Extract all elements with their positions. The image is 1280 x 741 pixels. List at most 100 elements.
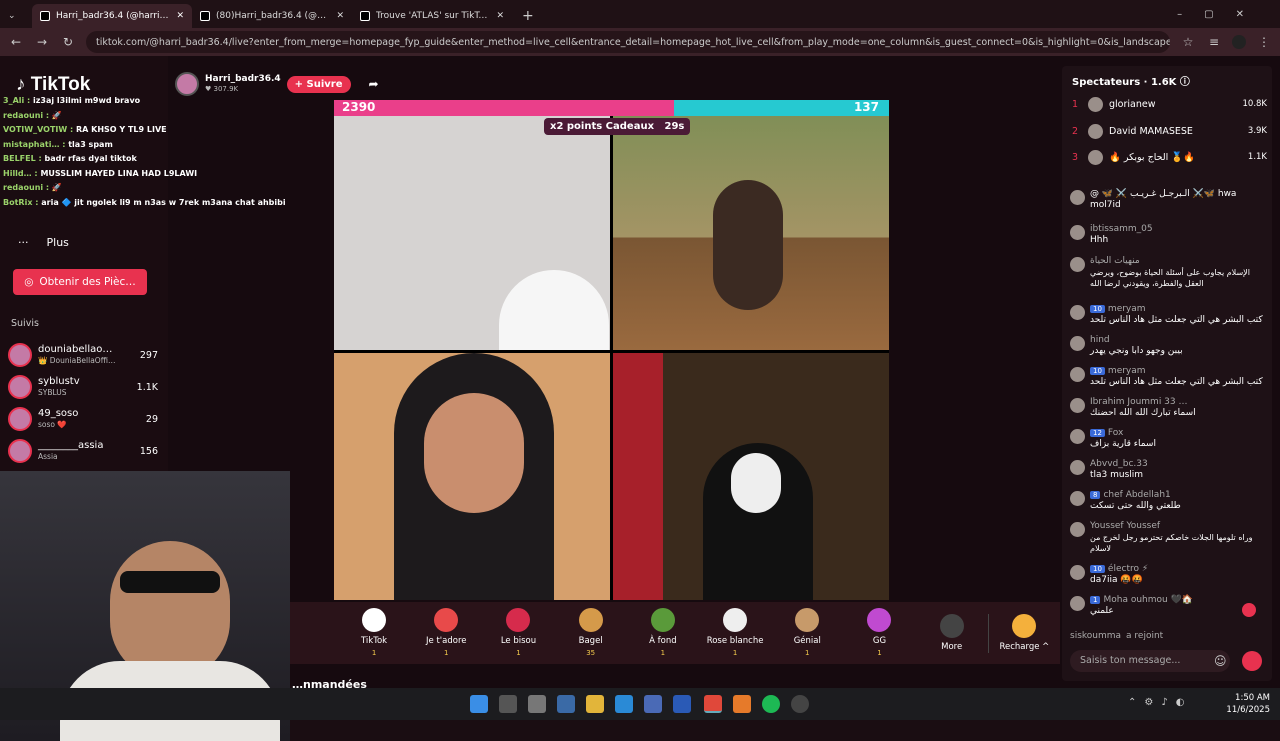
comment-user[interactable]: Fox <box>1108 428 1123 438</box>
comment-user[interactable]: chef Abdellah1 <box>1103 490 1170 500</box>
gift-item[interactable]: GG 1 <box>843 607 915 659</box>
follow-button[interactable]: + Suivre <box>286 75 351 93</box>
avatar[interactable] <box>175 72 199 96</box>
comment-text: كتب البشر هي التي جعلت مثل هاد الناس تلح… <box>1090 377 1263 387</box>
comment-user[interactable]: hind <box>1090 335 1183 346</box>
address-bar-row: ← → ↻ tiktok.com/@harri_badr36.4/live?en… <box>0 28 1280 56</box>
folder-icon[interactable] <box>586 695 604 713</box>
comment-user[interactable]: Ibrahim Joummi 33 … <box>1090 397 1196 408</box>
tray-icons[interactable]: ⌃⚙♪◐ <box>1128 697 1192 708</box>
obs-icon[interactable] <box>791 695 809 713</box>
spotify-icon[interactable] <box>762 695 780 713</box>
more-label: Plus <box>46 236 69 249</box>
avatar[interactable] <box>1232 35 1246 49</box>
avatar[interactable] <box>1070 367 1085 382</box>
tiktok-logo[interactable]: ♪ TikTok <box>16 74 90 96</box>
viewer-count: 29 <box>145 413 158 425</box>
live-video[interactable]: 2390 137 x2 points Cadeaux 29s <box>334 100 889 600</box>
tab-0[interactable]: Harri_badr36.4 (@harri_bad… ✕ <box>32 4 192 28</box>
gift-item[interactable]: Bagel 35 <box>555 607 627 659</box>
face <box>110 541 230 681</box>
followed-item[interactable]: douniabellao… 👑 DouniaBellaOffi… 297 <box>8 340 158 370</box>
gift-item[interactable]: Génial 1 <box>771 607 843 659</box>
tab-search-icon[interactable]: ⌄ <box>8 11 24 21</box>
comment-user[interactable]: ibtissamm_05 <box>1090 224 1153 235</box>
top-viewer[interactable]: 1 glorianew 10.8K <box>1072 96 1267 112</box>
avatar[interactable] <box>1070 190 1085 205</box>
forward-icon[interactable]: → <box>34 35 50 49</box>
search-icon[interactable] <box>499 695 517 713</box>
followed-item[interactable]: syblustv SYBLUS 1.1K <box>8 372 158 402</box>
gift-item[interactable]: TikTok 1 <box>338 607 410 659</box>
tab-2[interactable]: Trouve 'ATLAS' sur TikTok | Rec… ✕ <box>352 4 512 28</box>
emoji-icon[interactable]: ☺ <box>1214 654 1227 668</box>
avatar[interactable] <box>1070 398 1085 413</box>
more-gifts-button[interactable]: More <box>916 613 988 653</box>
close-icon[interactable]: ✕ <box>496 11 504 21</box>
edge-icon[interactable] <box>615 695 633 713</box>
tab-1[interactable]: (80)Harri_badr36.4 (@harri_bad… ✕ <box>192 4 352 28</box>
message-input[interactable]: Saisis ton message... <box>1070 650 1230 672</box>
reload-icon[interactable]: ↻ <box>60 35 76 49</box>
followed-item[interactable]: 49_soso soso ❤️ 29 <box>8 404 158 434</box>
comment-user[interactable]: منهيات الحياة <box>1090 256 1265 267</box>
vlc-icon[interactable] <box>733 695 751 713</box>
task-view-icon[interactable] <box>528 695 546 713</box>
heart-icon <box>1242 603 1256 617</box>
avatar[interactable] <box>1070 305 1085 320</box>
avatar[interactable] <box>1070 429 1085 444</box>
comment-text: a rejoint <box>1126 631 1164 641</box>
settings-icon[interactable] <box>557 695 575 713</box>
comment-user[interactable]: Abvvd_bc.33 <box>1090 459 1148 470</box>
new-tab-button[interactable]: + <box>522 8 534 24</box>
comment-user[interactable]: siskoumma <box>1070 631 1121 642</box>
avatar[interactable] <box>1070 596 1085 611</box>
bookmark-star-icon[interactable]: ☆ <box>1180 35 1196 49</box>
comment-user[interactable]: Youssef Youssef <box>1090 521 1265 532</box>
close-icon[interactable]: ✕ <box>336 11 344 21</box>
store-icon[interactable] <box>644 695 662 713</box>
followed-sub: soso ❤️ <box>38 420 67 429</box>
comment-user[interactable]: meryam <box>1108 366 1146 376</box>
gift-item[interactable]: À fond 1 <box>627 607 699 659</box>
window-controls[interactable]: –▢✕ <box>1177 9 1266 20</box>
gift-item[interactable]: Je t'adore 1 <box>410 607 482 659</box>
avatar[interactable] <box>1070 257 1085 272</box>
avatar[interactable] <box>1070 225 1085 240</box>
url-field[interactable]: tiktok.com/@harri_badr36.4/live?enter_fr… <box>86 31 1170 53</box>
outlook-icon[interactable] <box>673 695 691 713</box>
avatar[interactable] <box>1070 336 1085 351</box>
comment-user[interactable]: électro ⚡ <box>1108 564 1148 574</box>
avatar[interactable] <box>1070 460 1085 475</box>
like-button[interactable] <box>1242 651 1262 671</box>
extensions-icon[interactable]: ≡ <box>1206 35 1222 49</box>
back-icon[interactable]: ← <box>8 35 24 49</box>
share-icon[interactable]: ➦ <box>369 77 379 91</box>
comment-user[interactable]: Moha ouhmou 🖤🏠 <box>1103 595 1193 605</box>
menu-icon[interactable]: ⋮ <box>1256 35 1272 49</box>
top-viewer[interactable]: 3 🔥 الحاج بوبكر 🏅🔥 1.1K <box>1072 149 1267 165</box>
clock[interactable]: 1:50 AM 11/6/2025 <box>1226 692 1270 716</box>
followed-item[interactable]: ________assia Assia 156 <box>8 436 158 466</box>
comment-user[interactable]: @ 🦋 ⚔️ الـبرجـل غـريـب ⚔️🦋 hwa <box>1090 189 1236 200</box>
top-viewer[interactable]: 2 David MAMASESE 3.9K <box>1072 123 1267 139</box>
avatar[interactable] <box>1070 565 1085 580</box>
start-icon[interactable] <box>470 695 488 713</box>
avatar[interactable] <box>1070 522 1085 537</box>
comment-user[interactable]: meryam <box>1108 304 1146 314</box>
spectators-count: 1.6K <box>1150 77 1177 88</box>
avatar[interactable] <box>1070 491 1085 506</box>
close-icon[interactable]: ✕ <box>176 11 184 21</box>
more-menu[interactable]: ··· Plus <box>18 236 69 249</box>
comment-text: da7iia 🤬🤬 <box>1090 575 1143 585</box>
recharge-button[interactable]: Recharge ^ <box>987 613 1060 653</box>
comment-text: علمني <box>1090 606 1114 616</box>
comment-text: Hhh <box>1090 235 1109 245</box>
chrome-icon[interactable] <box>704 695 722 713</box>
gift-item[interactable]: Rose blanche 1 <box>699 607 771 659</box>
chat-user: Hilld… : <box>3 168 38 178</box>
comment: 10 meryam كتب البشر هي التي جعلت مثل هاد ا… <box>1070 304 1265 326</box>
gift-item[interactable]: Le bisou 1 <box>482 607 554 659</box>
streamer-name[interactable]: Harri_badr36.4 <box>205 74 281 84</box>
get-coins-button[interactable]: ◎ Obtenir des Pièc… <box>13 269 147 295</box>
